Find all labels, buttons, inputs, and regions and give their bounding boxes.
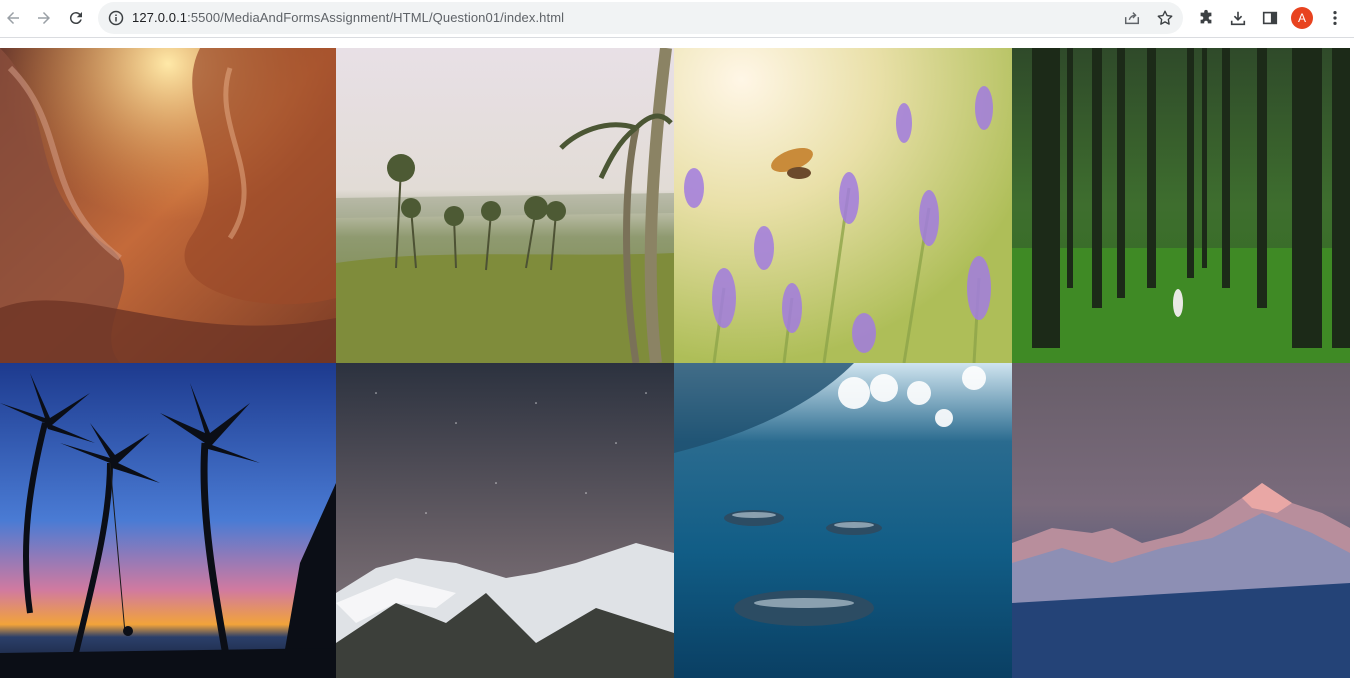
palm-meadow-image bbox=[336, 48, 674, 363]
sunset-swing-image bbox=[0, 363, 336, 678]
pink-peaks-image bbox=[1012, 363, 1350, 678]
starry-mountain-image bbox=[336, 363, 674, 678]
lavender-moth-image bbox=[674, 48, 1012, 363]
info-icon[interactable] bbox=[108, 10, 124, 26]
image-gallery bbox=[0, 48, 1350, 678]
canyon-image bbox=[0, 48, 336, 363]
side-panel-icon[interactable] bbox=[1260, 8, 1280, 28]
url-host: 127.0.0.1 bbox=[132, 10, 188, 25]
kebab-menu-icon[interactable] bbox=[1325, 8, 1345, 28]
toolbar-divider bbox=[0, 37, 1354, 38]
star-icon[interactable] bbox=[1155, 8, 1175, 28]
url-text[interactable]: 127.0.0.1:5500/MediaAndFormsAssignment/H… bbox=[132, 10, 564, 25]
share-icon[interactable] bbox=[1122, 8, 1142, 28]
download-icon[interactable] bbox=[1228, 8, 1248, 28]
reload-icon[interactable] bbox=[63, 5, 89, 31]
back-arrow-icon[interactable] bbox=[0, 5, 26, 31]
profile-avatar[interactable]: A bbox=[1291, 7, 1313, 29]
address-bar[interactable]: 127.0.0.1:5500/MediaAndFormsAssignment/H… bbox=[98, 2, 1183, 34]
url-path: :5500/MediaAndFormsAssignment/HTML/Quest… bbox=[187, 10, 565, 25]
browser-toolbar: 127.0.0.1:5500/MediaAndFormsAssignment/H… bbox=[0, 0, 1354, 37]
forest-image bbox=[1012, 48, 1350, 363]
extensions-icon[interactable] bbox=[1196, 8, 1216, 28]
dolphins-image bbox=[674, 363, 1012, 678]
forward-arrow-icon[interactable] bbox=[31, 5, 57, 31]
